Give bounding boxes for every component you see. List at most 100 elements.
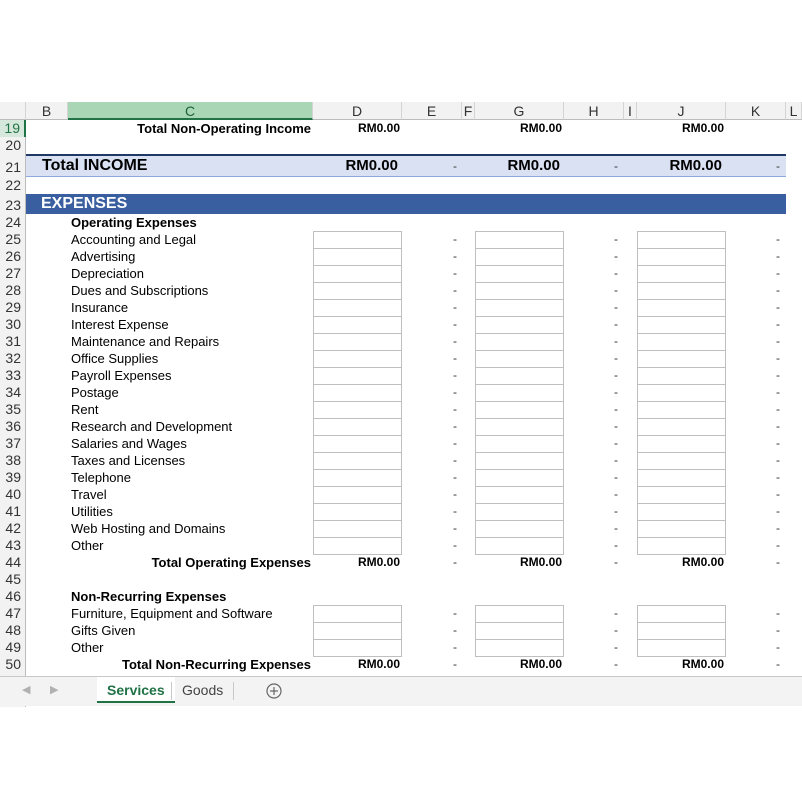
column-header-b[interactable]: B bbox=[26, 102, 68, 120]
dash-cell[interactable]: - bbox=[773, 283, 783, 297]
dash-cell[interactable]: - bbox=[611, 470, 621, 484]
expense-input-cell[interactable] bbox=[475, 299, 564, 317]
column-header-e[interactable]: E bbox=[402, 102, 462, 120]
dash-cell[interactable]: - bbox=[450, 368, 460, 382]
expense-input-cell[interactable] bbox=[313, 282, 402, 300]
dash-cell[interactable]: - bbox=[773, 385, 783, 399]
expense-input-cell[interactable] bbox=[475, 316, 564, 334]
row-header[interactable]: 28 bbox=[0, 282, 26, 299]
expense-input-cell[interactable] bbox=[475, 248, 564, 266]
dash-cell[interactable]: - bbox=[611, 402, 621, 416]
dash-cell[interactable]: - bbox=[450, 266, 460, 280]
dash-cell[interactable]: - bbox=[450, 419, 460, 433]
expense-input-cell[interactable] bbox=[637, 265, 726, 283]
expense-input-cell[interactable] bbox=[637, 435, 726, 453]
row-header[interactable]: 42 bbox=[0, 520, 26, 537]
expense-input-cell[interactable] bbox=[637, 605, 726, 623]
row-header[interactable]: 30 bbox=[0, 316, 26, 333]
expense-input-cell[interactable] bbox=[637, 350, 726, 368]
total-income-d[interactable]: RM0.00 bbox=[313, 156, 398, 176]
expense-input-cell[interactable] bbox=[475, 384, 564, 402]
expense-input-cell[interactable] bbox=[313, 605, 402, 623]
total-non-operating-income-d[interactable]: RM0.00 bbox=[313, 120, 400, 137]
dash-cell[interactable]: - bbox=[611, 640, 621, 654]
column-header-c[interactable]: C bbox=[68, 102, 313, 120]
dash-cell[interactable]: - bbox=[773, 538, 783, 552]
dash-cell[interactable]: - bbox=[611, 368, 621, 382]
expense-input-cell[interactable] bbox=[313, 384, 402, 402]
row-header[interactable]: 31 bbox=[0, 333, 26, 350]
expense-input-cell[interactable] bbox=[637, 520, 726, 538]
dash-cell[interactable]: - bbox=[450, 623, 460, 637]
expense-input-cell[interactable] bbox=[637, 333, 726, 351]
dash-cell[interactable]: - bbox=[450, 232, 460, 246]
dash-cell[interactable]: - bbox=[611, 419, 621, 433]
total-operating-expenses-d[interactable]: RM0.00 bbox=[313, 554, 400, 571]
expense-input-cell[interactable] bbox=[313, 367, 402, 385]
column-header-h[interactable]: H bbox=[564, 102, 624, 120]
expense-input-cell[interactable] bbox=[475, 435, 564, 453]
dash-cell[interactable]: - bbox=[611, 283, 621, 297]
dash-cell[interactable]: - bbox=[773, 504, 783, 518]
expense-input-cell[interactable] bbox=[637, 486, 726, 504]
expense-input-cell[interactable] bbox=[313, 231, 402, 249]
row-header[interactable]: 23 bbox=[0, 194, 26, 214]
expense-input-cell[interactable] bbox=[313, 299, 402, 317]
dash-cell[interactable]: - bbox=[450, 402, 460, 416]
total-income-j[interactable]: RM0.00 bbox=[637, 156, 722, 176]
expense-input-cell[interactable] bbox=[637, 282, 726, 300]
dash-cell[interactable]: - bbox=[773, 470, 783, 484]
dash-cell[interactable]: - bbox=[773, 555, 783, 569]
dash-cell[interactable]: - bbox=[450, 555, 460, 569]
expense-input-cell[interactable] bbox=[637, 537, 726, 555]
dash-cell[interactable]: - bbox=[450, 283, 460, 297]
row-header[interactable]: 50 bbox=[0, 656, 26, 673]
row-header[interactable]: 33 bbox=[0, 367, 26, 384]
total-non-operating-income-g[interactable]: RM0.00 bbox=[475, 120, 562, 137]
expense-input-cell[interactable] bbox=[637, 469, 726, 487]
expense-input-cell[interactable] bbox=[475, 537, 564, 555]
total-operating-expenses-j[interactable]: RM0.00 bbox=[637, 554, 724, 571]
dash-cell[interactable]: - bbox=[611, 436, 621, 450]
dash-cell[interactable]: - bbox=[611, 606, 621, 620]
dash-cell[interactable]: - bbox=[450, 300, 460, 314]
expense-input-cell[interactable] bbox=[313, 622, 402, 640]
dash-cell[interactable]: - bbox=[611, 351, 621, 365]
expense-input-cell[interactable] bbox=[637, 248, 726, 266]
column-header-g[interactable]: G bbox=[475, 102, 564, 120]
expense-input-cell[interactable] bbox=[475, 520, 564, 538]
expense-input-cell[interactable] bbox=[475, 350, 564, 368]
row-header[interactable]: 27 bbox=[0, 265, 26, 282]
expense-input-cell[interactable] bbox=[313, 350, 402, 368]
expense-input-cell[interactable] bbox=[637, 231, 726, 249]
dash-cell[interactable]: - bbox=[611, 249, 621, 263]
row-header[interactable]: 35 bbox=[0, 401, 26, 418]
expense-input-cell[interactable] bbox=[475, 333, 564, 351]
dash-cell[interactable]: - bbox=[450, 317, 460, 331]
dash-cell[interactable]: - bbox=[450, 640, 460, 654]
expense-input-cell[interactable] bbox=[475, 282, 564, 300]
dash-cell[interactable]: - bbox=[773, 436, 783, 450]
column-header-j[interactable]: J bbox=[637, 102, 726, 120]
dash-cell[interactable]: - bbox=[773, 368, 783, 382]
row-header[interactable]: 41 bbox=[0, 503, 26, 520]
tab-services[interactable]: Services bbox=[97, 677, 175, 703]
row-header[interactable]: 44 bbox=[0, 554, 26, 571]
row-header[interactable]: 22 bbox=[0, 177, 26, 194]
row-header[interactable]: 40 bbox=[0, 486, 26, 503]
expense-input-cell[interactable] bbox=[475, 231, 564, 249]
total-non-recurring-expenses-d[interactable]: RM0.00 bbox=[313, 656, 400, 673]
expense-input-cell[interactable] bbox=[637, 401, 726, 419]
row-header[interactable]: 49 bbox=[0, 639, 26, 656]
dash-cell[interactable]: - bbox=[773, 317, 783, 331]
expense-input-cell[interactable] bbox=[637, 418, 726, 436]
expense-input-cell[interactable] bbox=[475, 503, 564, 521]
dash-cell[interactable]: - bbox=[450, 606, 460, 620]
expense-input-cell[interactable] bbox=[475, 605, 564, 623]
total-operating-expenses-g[interactable]: RM0.00 bbox=[475, 554, 562, 571]
expense-input-cell[interactable] bbox=[637, 367, 726, 385]
dash-cell[interactable]: - bbox=[450, 334, 460, 348]
expense-input-cell[interactable] bbox=[637, 503, 726, 521]
row-header[interactable]: 34 bbox=[0, 384, 26, 401]
dash-cell[interactable]: - bbox=[450, 657, 460, 671]
